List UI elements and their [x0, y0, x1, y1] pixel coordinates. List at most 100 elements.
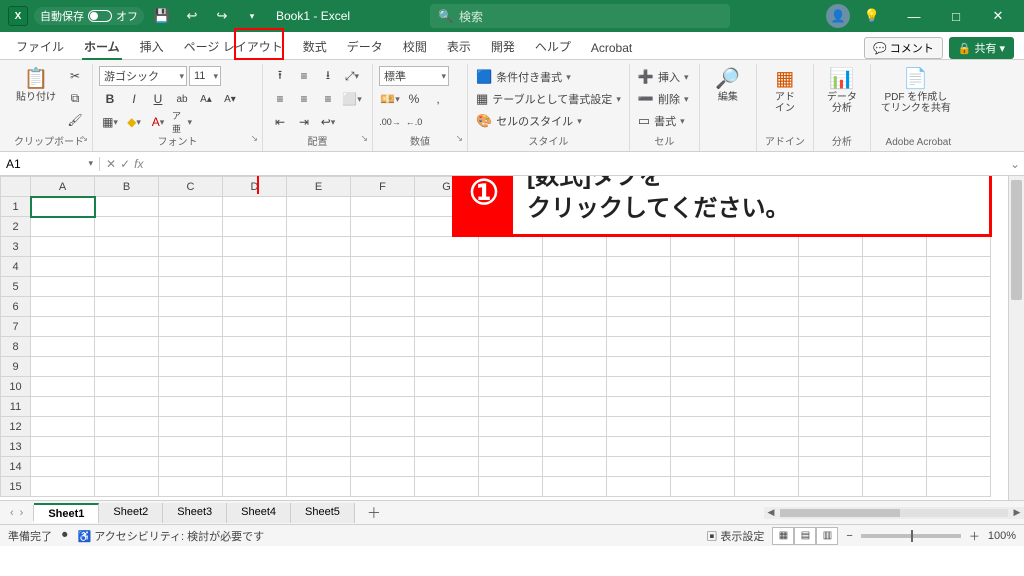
row-header[interactable]: 14 — [1, 457, 31, 477]
align-top-button[interactable]: ⭱ — [269, 66, 291, 86]
cell[interactable] — [351, 377, 415, 397]
cell[interactable] — [223, 337, 287, 357]
delete-cells-button[interactable]: ➖削除 — [636, 90, 691, 108]
cell[interactable] — [735, 317, 799, 337]
sheet-nav-next-icon[interactable]: › — [20, 507, 24, 519]
cell[interactable] — [927, 477, 991, 497]
cell[interactable] — [799, 237, 863, 257]
cell[interactable] — [479, 237, 543, 257]
cell[interactable] — [31, 397, 95, 417]
cell[interactable] — [863, 417, 927, 437]
cell[interactable] — [543, 397, 607, 417]
cell[interactable] — [351, 477, 415, 497]
cell[interactable] — [287, 437, 351, 457]
tab-help[interactable]: ヘルプ — [525, 33, 581, 59]
save-icon[interactable]: 💾 — [150, 4, 174, 28]
tab-review[interactable]: 校閲 — [393, 33, 437, 59]
cell[interactable] — [543, 337, 607, 357]
cell[interactable] — [351, 337, 415, 357]
name-box[interactable]: A1 ▾ — [0, 157, 100, 171]
row-header[interactable]: 5 — [1, 277, 31, 297]
cell[interactable] — [31, 257, 95, 277]
cell[interactable] — [927, 457, 991, 477]
zoom-slider[interactable] — [861, 534, 961, 538]
underline-button[interactable]: U — [147, 89, 169, 109]
cell[interactable] — [927, 237, 991, 257]
cell[interactable] — [863, 477, 927, 497]
column-header[interactable]: A — [31, 177, 95, 197]
phonetic-button[interactable]: ア亜 — [171, 112, 193, 132]
column-header[interactable]: E — [287, 177, 351, 197]
cell[interactable] — [927, 357, 991, 377]
tab-developer[interactable]: 開発 — [481, 33, 525, 59]
row-header[interactable]: 10 — [1, 377, 31, 397]
font-size-combo[interactable]: 11 — [189, 66, 221, 86]
cell[interactable] — [927, 337, 991, 357]
accounting-button[interactable]: 💴 — [379, 89, 401, 109]
cell[interactable] — [159, 337, 223, 357]
format-cells-button[interactable]: ▭書式 — [636, 112, 687, 130]
cell[interactable] — [863, 377, 927, 397]
cell[interactable] — [351, 237, 415, 257]
view-page-break-button[interactable]: ▥ — [816, 527, 838, 545]
cell[interactable] — [671, 257, 735, 277]
close-button[interactable]: ✕ — [978, 2, 1018, 30]
add-sheet-button[interactable]: ＋ — [355, 503, 393, 523]
fx-icon[interactable]: fx — [134, 157, 143, 171]
cell[interactable] — [735, 257, 799, 277]
cell[interactable] — [287, 217, 351, 237]
cell[interactable] — [159, 237, 223, 257]
cell[interactable] — [95, 417, 159, 437]
cell[interactable] — [479, 357, 543, 377]
cell[interactable] — [543, 257, 607, 277]
scroll-left-icon[interactable]: ◀ — [764, 507, 778, 518]
number-format-combo[interactable]: 標準 — [379, 66, 449, 86]
cell[interactable] — [671, 297, 735, 317]
cell[interactable] — [223, 397, 287, 417]
cell[interactable] — [607, 417, 671, 437]
shrink-font-button[interactable]: A▾ — [219, 89, 241, 109]
cell[interactable] — [479, 417, 543, 437]
align-center-button[interactable]: ≡ — [293, 89, 315, 109]
addin-button[interactable]: ▦ アド イン — [763, 66, 807, 116]
select-all-corner[interactable] — [1, 177, 31, 197]
cell[interactable] — [223, 457, 287, 477]
cell[interactable] — [31, 297, 95, 317]
cell[interactable] — [223, 437, 287, 457]
cell[interactable] — [671, 337, 735, 357]
cell[interactable] — [351, 217, 415, 237]
cell[interactable] — [159, 217, 223, 237]
sheet-nav-prev-icon[interactable]: ‹ — [10, 507, 14, 519]
cell[interactable] — [223, 417, 287, 437]
cell[interactable] — [799, 337, 863, 357]
sheet-tab[interactable]: Sheet4 — [227, 503, 291, 523]
comments-button[interactable]: 💬 コメント — [864, 37, 943, 59]
cell[interactable] — [415, 337, 479, 357]
cell[interactable] — [95, 317, 159, 337]
cell[interactable] — [735, 477, 799, 497]
align-middle-button[interactable]: ≡ — [293, 66, 315, 86]
column-header[interactable]: B — [95, 177, 159, 197]
cell[interactable] — [415, 357, 479, 377]
cell[interactable] — [223, 197, 287, 217]
cell[interactable] — [159, 197, 223, 217]
cell[interactable] — [543, 317, 607, 337]
launcher-icon[interactable]: ↘ — [80, 133, 88, 144]
cell[interactable] — [479, 397, 543, 417]
cell[interactable] — [287, 317, 351, 337]
tab-view[interactable]: 表示 — [437, 33, 481, 59]
cell[interactable] — [863, 297, 927, 317]
indent-decrease-button[interactable]: ⇤ — [269, 112, 291, 132]
cell[interactable] — [799, 397, 863, 417]
account-avatar[interactable]: 👤 — [826, 4, 850, 28]
cell[interactable] — [415, 477, 479, 497]
macro-record-icon[interactable]: ⏺ — [62, 529, 68, 542]
cell[interactable] — [287, 277, 351, 297]
cell[interactable] — [799, 457, 863, 477]
cell[interactable] — [95, 477, 159, 497]
cell[interactable] — [479, 317, 543, 337]
cell[interactable] — [31, 277, 95, 297]
cell[interactable] — [351, 437, 415, 457]
cell[interactable] — [735, 437, 799, 457]
cell[interactable] — [671, 417, 735, 437]
